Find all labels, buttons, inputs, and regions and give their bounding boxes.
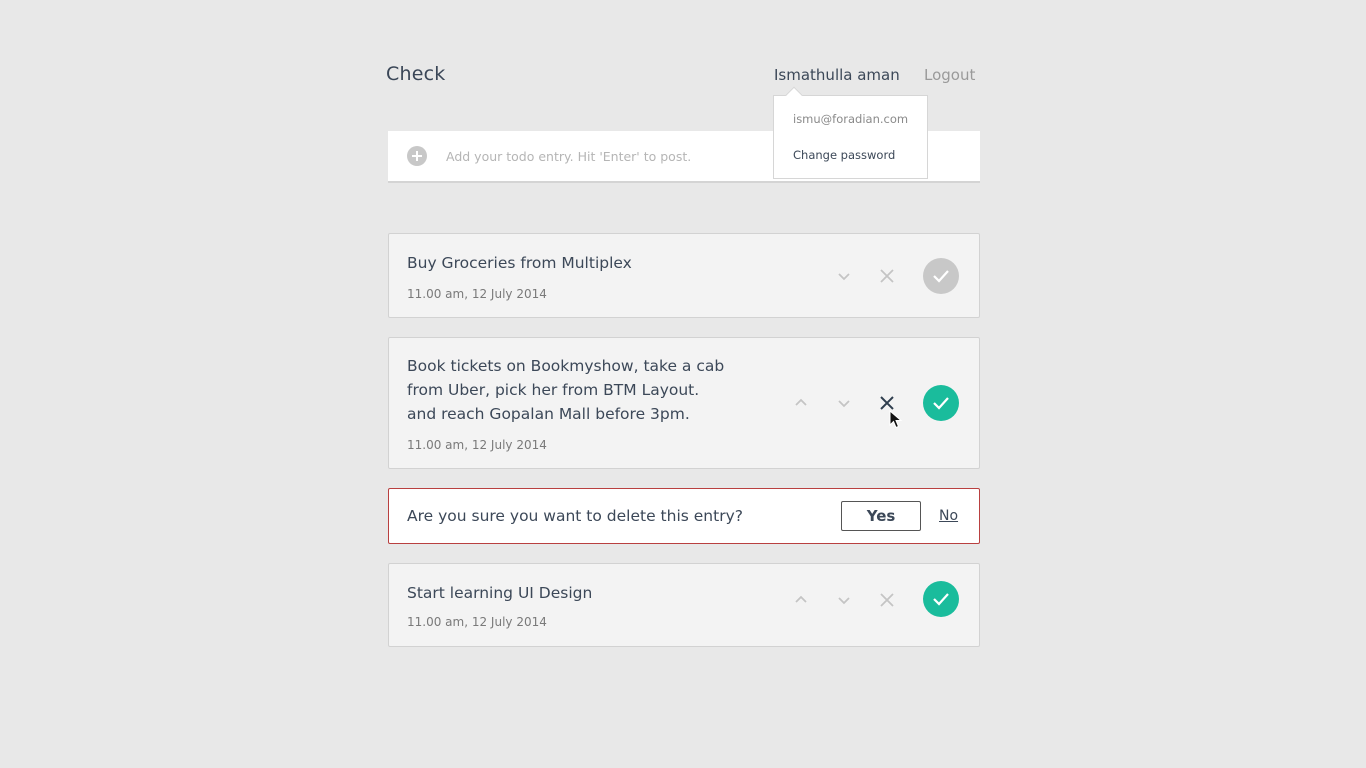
todo-text-line: Buy Groceries from Multiplex <box>407 254 632 272</box>
delete-confirmation: Are you sure you want to delete this ent… <box>388 488 980 544</box>
user-menu-toggle[interactable]: Ismathulla aman <box>774 66 900 84</box>
chevron-down-icon <box>838 400 850 408</box>
confirm-no-link[interactable]: No <box>939 508 958 524</box>
close-icon <box>880 396 894 410</box>
checkmark-icon <box>933 397 949 410</box>
todo-item: Book tickets on Bookmyshow, take a cab f… <box>388 337 980 469</box>
todo-item: Start learning UI Design 11.00 am, 12 Ju… <box>388 563 980 647</box>
confirm-question: Are you sure you want to delete this ent… <box>407 507 743 525</box>
todo-entry-input[interactable] <box>446 144 766 168</box>
mark-done-button[interactable] <box>923 258 959 294</box>
todo-text: Start learning UI Design <box>407 581 592 605</box>
chevron-down-icon <box>838 597 850 605</box>
todo-item: Buy Groceries from Multiplex 11.00 am, 1… <box>388 233 980 318</box>
move-down-button[interactable] <box>834 393 854 413</box>
delete-button[interactable] <box>877 266 897 286</box>
plus-circle-icon[interactable] <box>407 146 427 166</box>
todo-text: Buy Groceries from Multiplex <box>407 251 632 275</box>
checkmark-icon <box>933 270 949 283</box>
logout-link[interactable]: Logout <box>924 66 975 84</box>
todo-date: 11.00 am, 12 July 2014 <box>407 438 547 452</box>
delete-button[interactable] <box>877 393 897 413</box>
mark-done-button[interactable] <box>923 385 959 421</box>
todo-text-line: Book tickets on Bookmyshow, take a cab <box>407 357 725 375</box>
move-down-button[interactable] <box>834 266 854 286</box>
move-up-button[interactable] <box>791 590 811 610</box>
chevron-down-icon <box>838 273 850 281</box>
close-icon <box>880 269 894 283</box>
chevron-up-icon <box>795 398 807 406</box>
delete-button[interactable] <box>877 590 897 610</box>
mark-done-button[interactable] <box>923 581 959 617</box>
move-down-button[interactable] <box>834 590 854 610</box>
todo-text-line: and reach Gopalan Mall before 3pm. <box>407 405 690 423</box>
user-email: ismu@foradian.com <box>793 112 909 126</box>
todo-text: Book tickets on Bookmyshow, take a cab f… <box>407 354 724 426</box>
todo-date: 11.00 am, 12 July 2014 <box>407 287 547 301</box>
todo-text-line: Start learning UI Design <box>407 584 593 602</box>
close-icon <box>880 593 894 607</box>
app-title: Check <box>386 63 446 85</box>
move-up-button[interactable] <box>791 393 811 413</box>
confirm-yes-button[interactable]: Yes <box>841 501 921 531</box>
chevron-up-icon <box>795 595 807 603</box>
change-password-link[interactable]: Change password <box>793 148 895 162</box>
todo-date: 11.00 am, 12 July 2014 <box>407 615 547 629</box>
checkmark-icon <box>933 593 949 606</box>
todo-text-line: from Uber, pick her from BTM Layout. <box>407 381 700 399</box>
user-dropdown: ismu@foradian.com Change password <box>773 86 928 179</box>
dropdown-caret <box>785 86 803 104</box>
